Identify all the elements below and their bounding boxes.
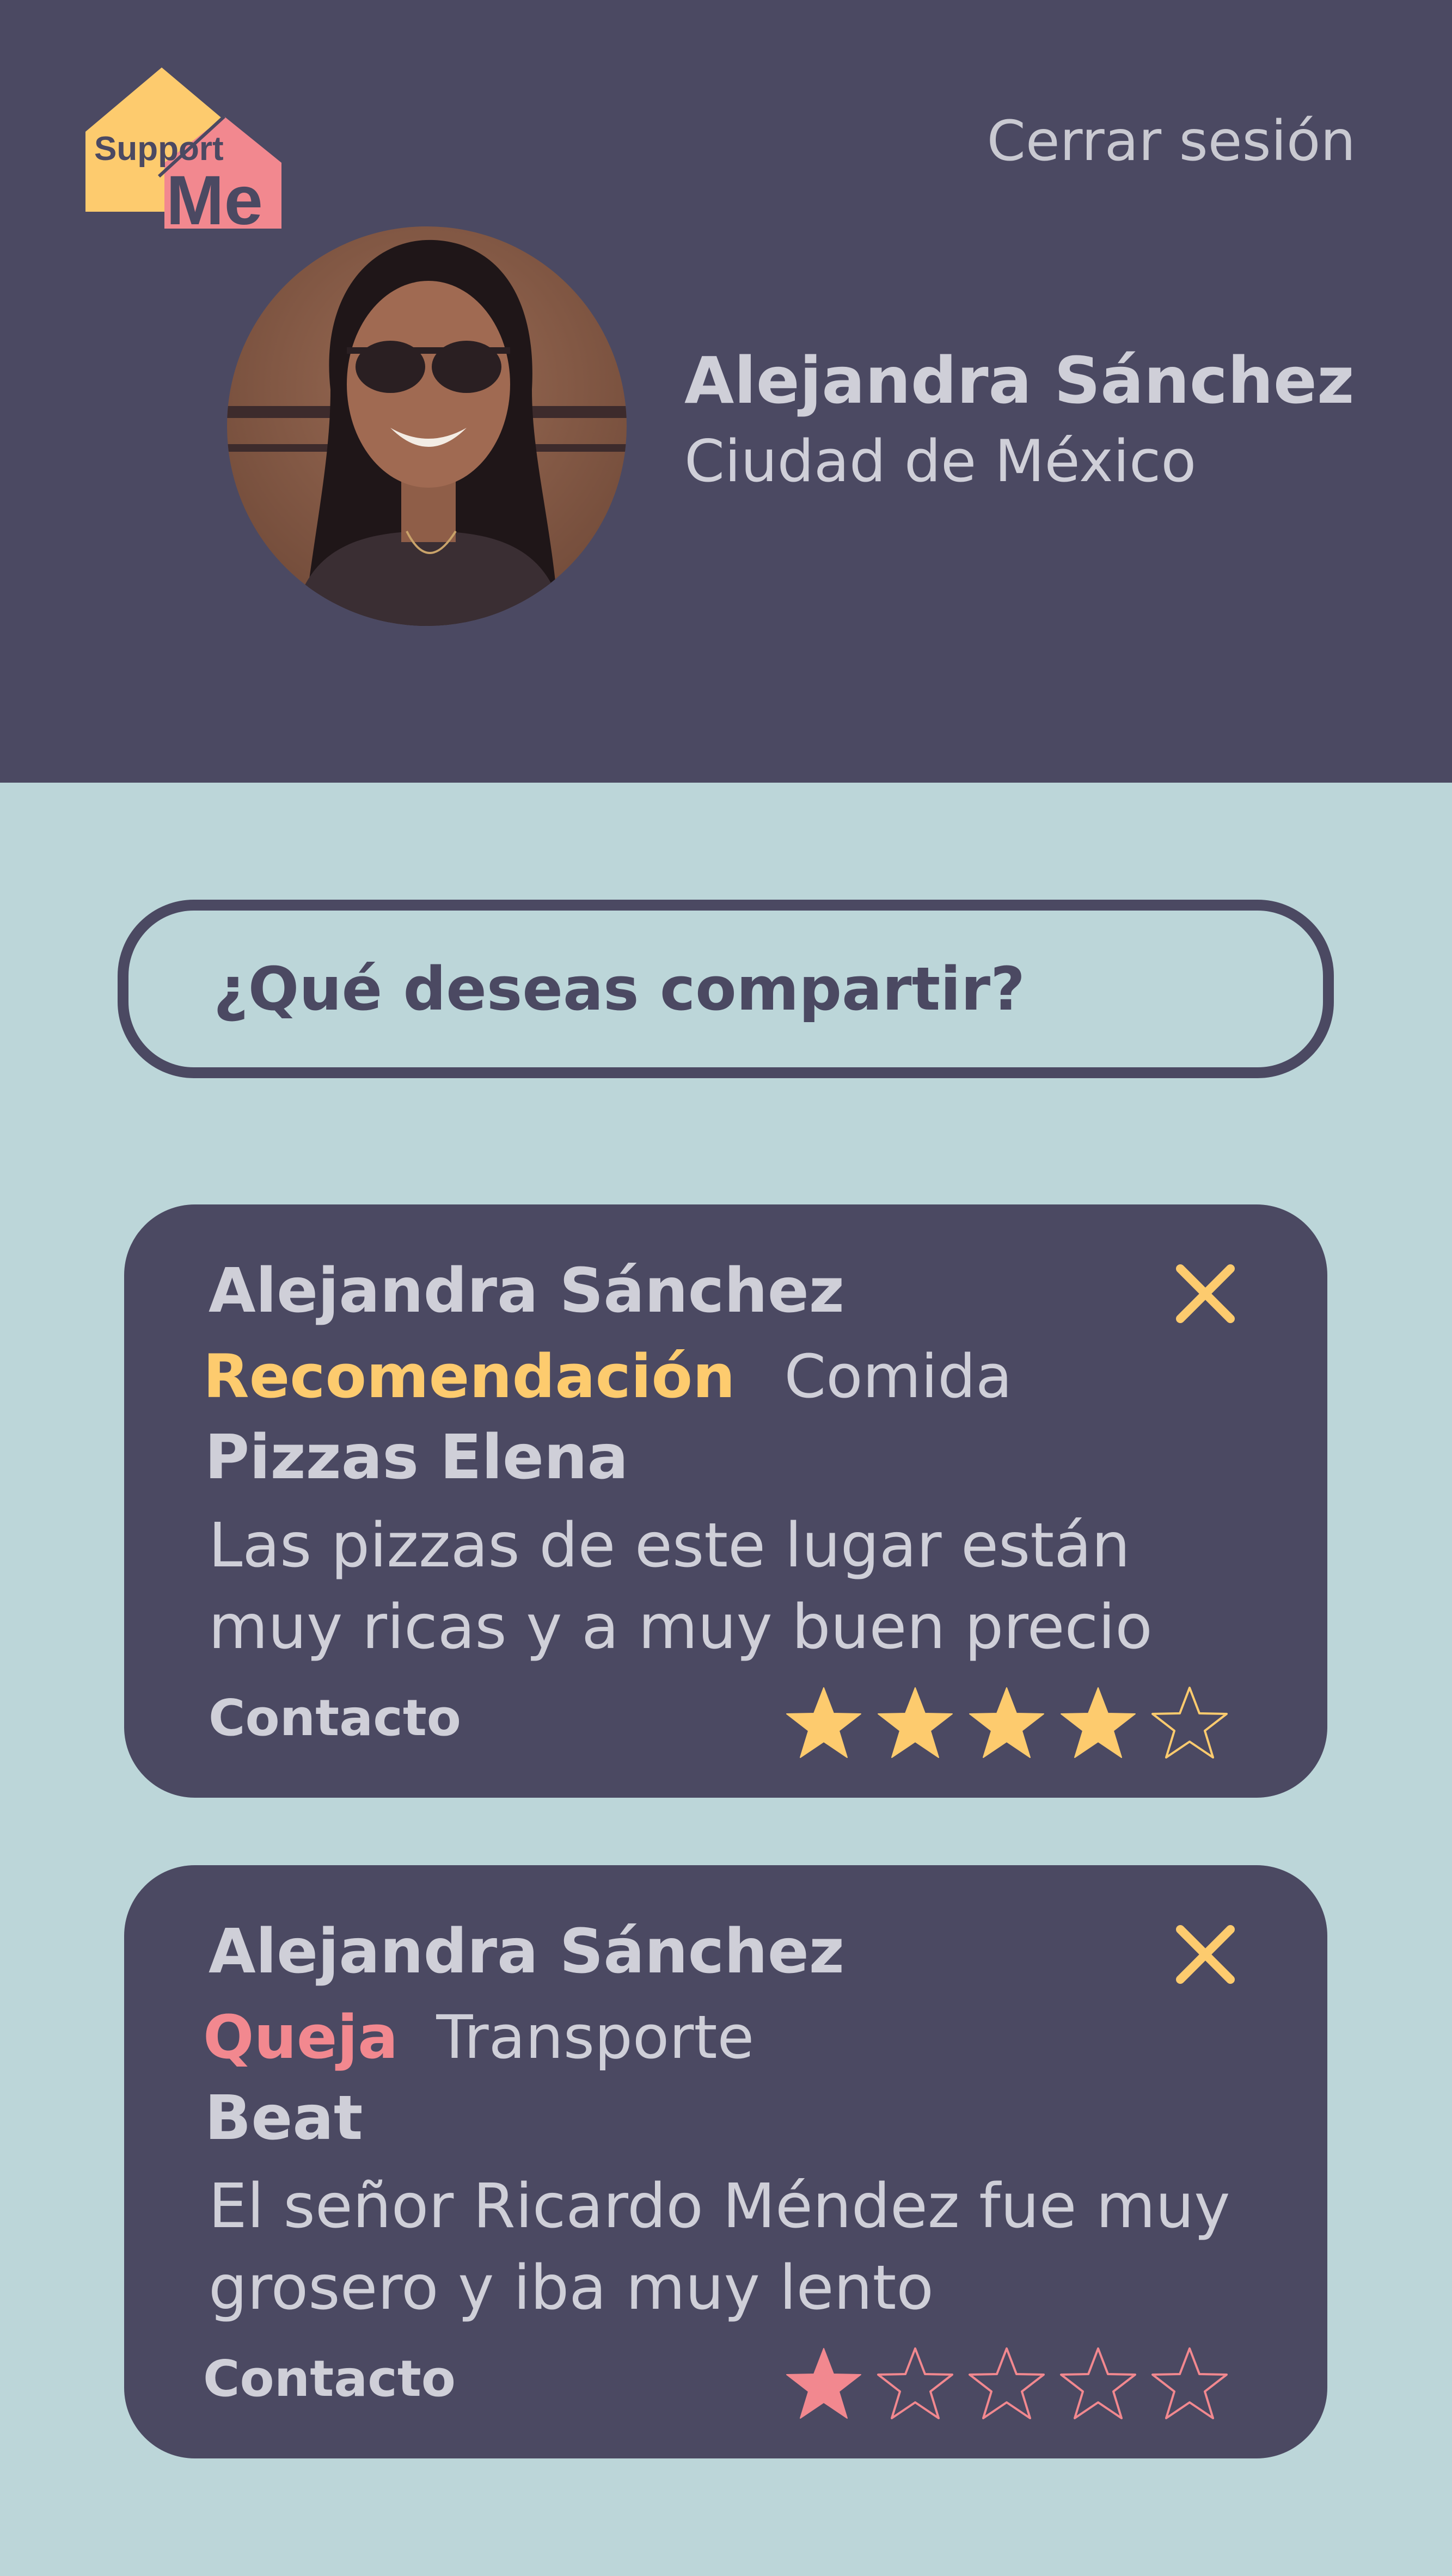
post-type: Recomendación — [203, 1342, 736, 1411]
profile-avatar — [227, 226, 627, 626]
star-filled-icon[interactable] — [783, 2344, 865, 2426]
post-author: Alejandra Sánchez — [209, 1916, 844, 1987]
post-text: Las pizzas de este lugar están muy ricas… — [209, 1510, 1153, 1663]
star-rating — [783, 1683, 1229, 1765]
post-author: Alejandra Sánchez — [209, 1256, 844, 1326]
close-icon[interactable] — [1175, 1924, 1236, 1985]
post-typeline: Recomendación Comida — [203, 1342, 1012, 1411]
share-input[interactable]: ¿Qué deseas compartir? — [118, 900, 1334, 1078]
supportme-logo[interactable]: Support Me — [85, 67, 281, 229]
post-text: El señor Ricardo Méndez fue muy grosero … — [209, 2171, 1230, 2323]
post-category: Transporte — [436, 2002, 755, 2072]
profile-name: Alejandra Sánchez — [684, 343, 1355, 418]
logo-text-me: Me — [166, 162, 263, 229]
profile-header: Support Me Cerrar sesión Alejandra Sánch… — [0, 0, 1452, 783]
contact-button[interactable]: Contacto — [203, 2350, 456, 2408]
post-type: Queja — [203, 2002, 399, 2072]
post-card: Alejandra Sánchez Recomendación Comida Pi… — [124, 1204, 1327, 1798]
post-card: Alejandra Sánchez Queja Transporte Beat E… — [124, 1865, 1327, 2458]
contact-button[interactable]: Contacto — [209, 1689, 461, 1747]
star-filled-icon[interactable] — [874, 1683, 956, 1765]
star-empty-icon[interactable] — [874, 2344, 956, 2426]
star-rating — [783, 2344, 1229, 2426]
profile-city: Ciudad de México — [684, 428, 1197, 495]
star-filled-icon[interactable] — [1057, 1683, 1139, 1765]
close-icon[interactable] — [1175, 1263, 1236, 1324]
star-empty-icon[interactable] — [1149, 2344, 1230, 2426]
post-place: Beat — [205, 2083, 363, 2154]
post-category: Comida — [784, 1342, 1013, 1411]
post-place: Pizzas Elena — [205, 1422, 629, 1493]
star-empty-icon[interactable] — [966, 2344, 1047, 2426]
star-empty-icon[interactable] — [1149, 1683, 1230, 1765]
share-prompt: ¿Qué deseas compartir? — [213, 954, 1025, 1024]
star-filled-icon[interactable] — [966, 1683, 1047, 1765]
star-filled-icon[interactable] — [783, 1683, 865, 1765]
logout-link[interactable]: Cerrar sesión — [987, 109, 1356, 174]
post-typeline: Queja Transporte — [203, 2002, 754, 2072]
star-empty-icon[interactable] — [1057, 2344, 1139, 2426]
